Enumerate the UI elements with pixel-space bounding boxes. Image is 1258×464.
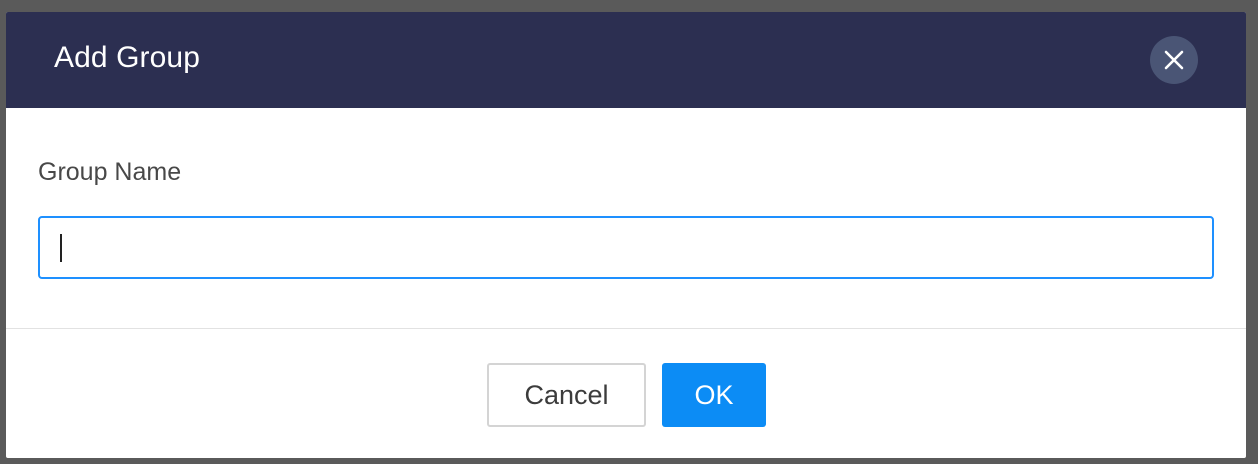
text-caret [60,234,62,262]
cancel-button[interactable]: Cancel [487,363,646,427]
group-name-input[interactable] [38,216,1214,279]
add-group-dialog: Add Group Group Name Cancel OK [6,12,1246,458]
ok-button[interactable]: OK [662,363,766,427]
close-icon [1164,50,1184,70]
close-button[interactable] [1150,36,1198,84]
dialog-body: Group Name [6,108,1246,329]
group-name-label: Group Name [38,158,182,186]
dialog-header: Add Group [6,12,1246,108]
dialog-footer: Cancel OK [6,329,1246,454]
dialog-title: Add Group [54,41,200,74]
